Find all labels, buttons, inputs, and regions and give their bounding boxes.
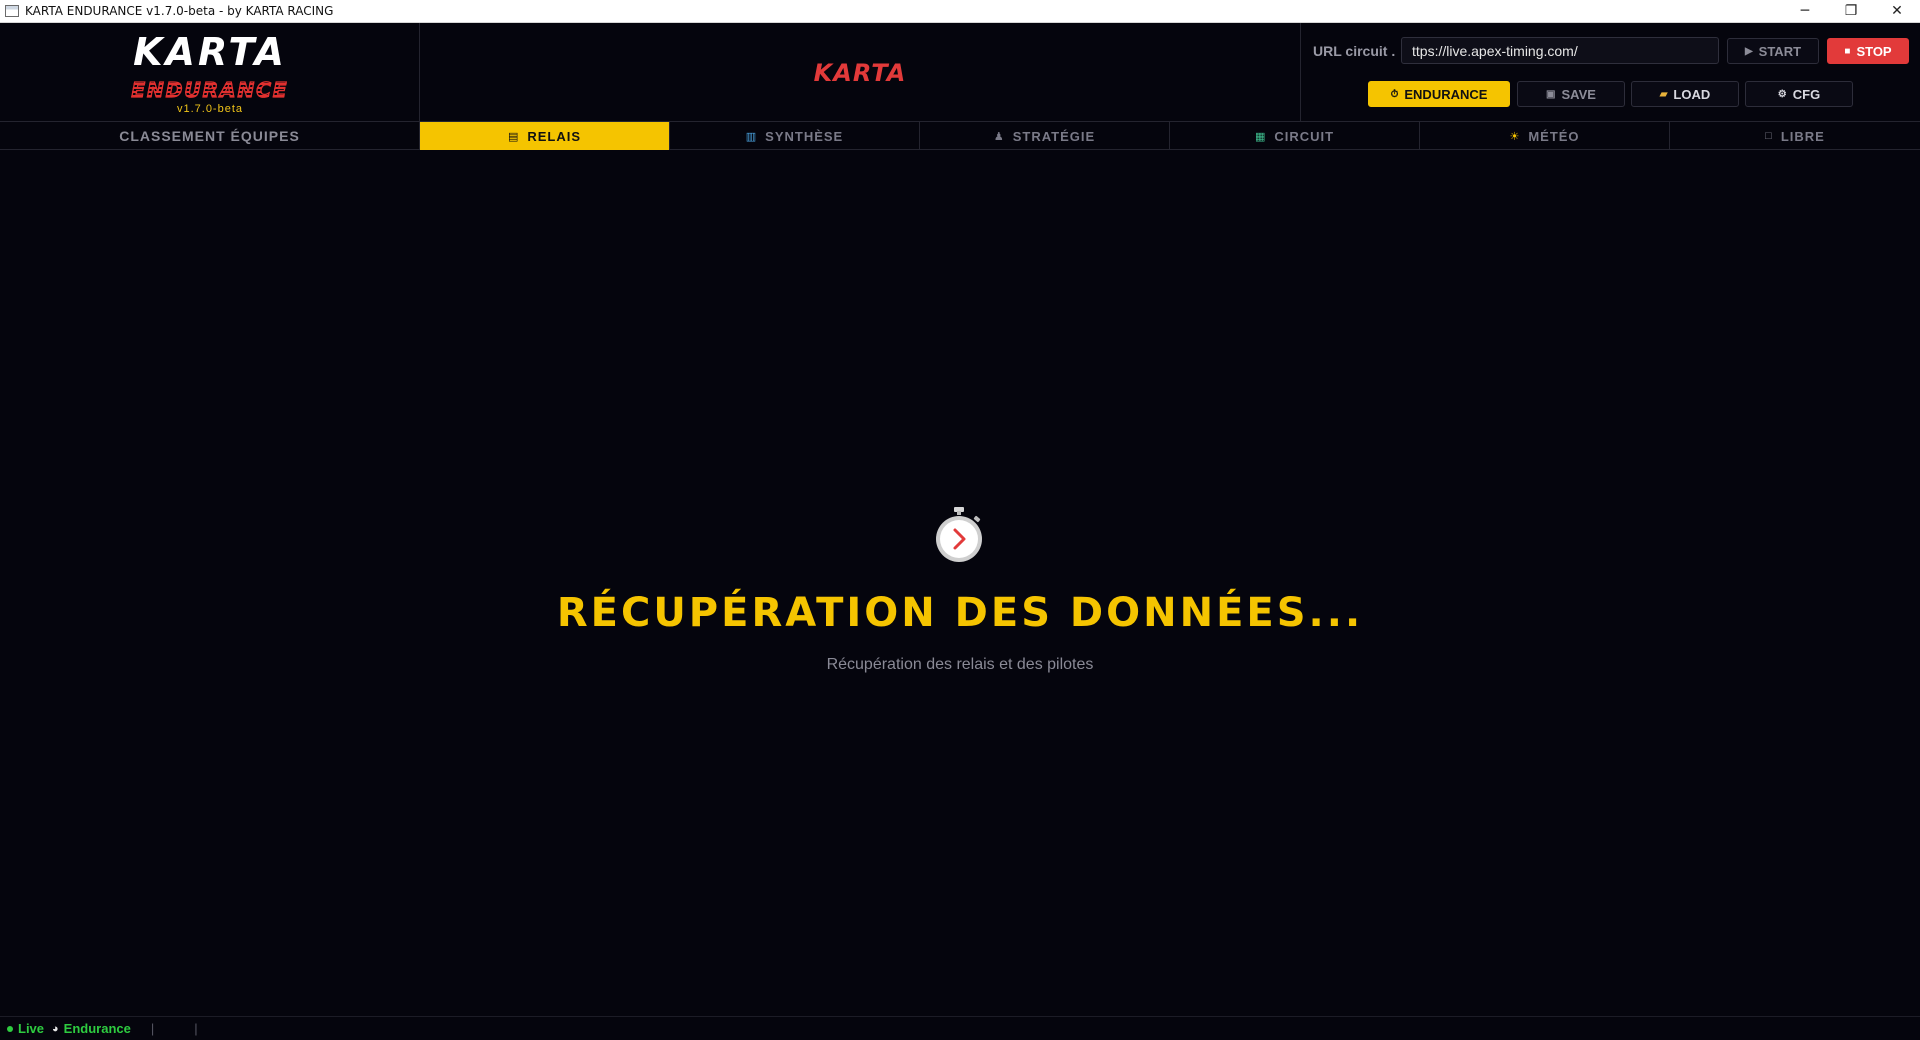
logo: KARTA ENDURANCE v1.7.0-beta bbox=[0, 23, 420, 122]
stopwatch-icon: ◕ bbox=[52, 1022, 59, 1035]
tab-synthese[interactable]: ▥ SYNTHÈSE bbox=[670, 122, 920, 150]
stopwatch-icon bbox=[936, 507, 982, 562]
relay-icon: ▤ bbox=[507, 130, 520, 143]
tab-circuit[interactable]: ▦ CIRCUIT bbox=[1170, 122, 1420, 150]
stopwatch-icon: ⏱ bbox=[1390, 88, 1399, 100]
stop-square-icon: ■ bbox=[1844, 45, 1851, 57]
close-button[interactable]: ✕ bbox=[1874, 0, 1920, 22]
window-controls: ─ ❐ ✕ bbox=[1782, 0, 1920, 22]
start-label: START bbox=[1758, 43, 1802, 59]
loading-subtitle: Récupération des relais et des pilotes bbox=[826, 656, 1094, 673]
square-icon: □ bbox=[1765, 130, 1773, 142]
stop-button[interactable]: ■ STOP bbox=[1827, 38, 1909, 64]
status-live: Live bbox=[18, 1021, 45, 1036]
save-label: SAVE bbox=[1561, 86, 1596, 102]
tab-bar: CLASSEMENT ÉQUIPES ▤ RELAIS ▥ SYNTHÈSE ♟… bbox=[0, 122, 1920, 150]
version-label: v1.7.0-beta bbox=[176, 103, 244, 115]
app-window-icon bbox=[5, 5, 19, 17]
logo-karta-text: KARTA bbox=[133, 30, 287, 74]
tab-classement-equipes[interactable]: CLASSEMENT ÉQUIPES bbox=[0, 122, 420, 150]
map-icon: ▦ bbox=[1254, 130, 1267, 143]
minimize-button[interactable]: ─ bbox=[1782, 0, 1828, 22]
center-brand-logo: KARTA bbox=[813, 59, 907, 87]
main-content: RÉCUPÉRATION DES DONNÉES... Récupération… bbox=[0, 150, 1920, 1016]
status-separator: | bbox=[194, 1021, 198, 1036]
bar-chart-icon: ▥ bbox=[745, 130, 758, 143]
endurance-label: ENDURANCE bbox=[1404, 86, 1488, 102]
play-icon: ▶ bbox=[1744, 45, 1753, 57]
sun-cloud-icon: ☀ bbox=[1509, 130, 1521, 143]
loading-title: RÉCUPÉRATION DES DONNÉES... bbox=[556, 590, 1364, 636]
floppy-disk-icon: ▣ bbox=[1546, 88, 1556, 100]
load-button[interactable]: ▰ LOAD bbox=[1631, 81, 1739, 107]
restore-button[interactable]: ❐ bbox=[1828, 0, 1874, 22]
window-titlebar: KARTA ENDURANCE v1.7.0-beta - by KARTA R… bbox=[0, 0, 1920, 23]
tab-meteo[interactable]: ☀ MÉTÉO bbox=[1420, 122, 1670, 150]
start-button[interactable]: ▶ START bbox=[1727, 38, 1819, 64]
controls-panel: URL circuit . ▶ START ■ STOP ⏱ ENDURANCE… bbox=[1300, 23, 1920, 122]
tab-label: MÉTÉO bbox=[1528, 128, 1580, 144]
tab-label: SYNTHÈSE bbox=[765, 128, 844, 144]
tab-relais[interactable]: ▤ RELAIS bbox=[420, 122, 670, 150]
tab-libre[interactable]: □ LIBRE bbox=[1670, 122, 1920, 150]
app-header: KARTA ENDURANCE v1.7.0-beta KARTA URL ci… bbox=[0, 23, 1920, 122]
tab-label: CLASSEMENT ÉQUIPES bbox=[119, 128, 300, 144]
status-mode: Endurance bbox=[63, 1021, 131, 1036]
endurance-button[interactable]: ⏱ ENDURANCE bbox=[1368, 81, 1510, 107]
logo-endurance-text: ENDURANCE bbox=[0, 78, 420, 101]
tab-label: LIBRE bbox=[1780, 128, 1825, 144]
status-separator: | bbox=[150, 1021, 155, 1036]
gear-icon: ⚙ bbox=[1777, 88, 1787, 100]
url-input[interactable] bbox=[1401, 37, 1719, 64]
tab-label: RELAIS bbox=[527, 128, 582, 144]
load-label: LOAD bbox=[1673, 86, 1711, 102]
window-title: KARTA ENDURANCE v1.7.0-beta - by KARTA R… bbox=[25, 4, 334, 18]
live-indicator-dot bbox=[7, 1025, 13, 1032]
tab-label: CIRCUIT bbox=[1274, 128, 1335, 144]
tab-label: STRATÉGIE bbox=[1012, 128, 1096, 144]
cfg-label: CFG bbox=[1792, 86, 1821, 102]
save-button[interactable]: ▣ SAVE bbox=[1517, 81, 1625, 107]
url-label: URL circuit . bbox=[1313, 43, 1396, 59]
chess-pawn-icon: ♟ bbox=[993, 130, 1005, 143]
stop-label: STOP bbox=[1856, 43, 1892, 59]
tab-strategie[interactable]: ♟ STRATÉGIE bbox=[920, 122, 1170, 150]
status-bar: Live ◕ Endurance | | bbox=[0, 1016, 1920, 1040]
cfg-button[interactable]: ⚙ CFG bbox=[1745, 81, 1853, 107]
folder-icon: ▰ bbox=[1659, 88, 1668, 100]
